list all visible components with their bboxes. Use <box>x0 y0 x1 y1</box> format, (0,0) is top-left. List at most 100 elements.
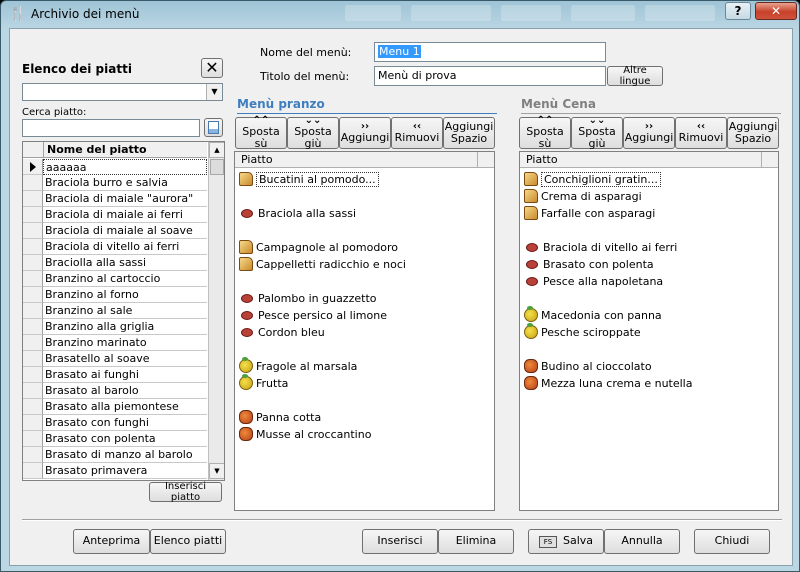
category-combo[interactable]: ▼ <box>22 83 223 101</box>
menu-item[interactable]: Fragole al marsala <box>239 357 357 374</box>
row-selector[interactable] <box>23 207 43 223</box>
dish-table-scrollbar[interactable]: ▲ ▼ <box>208 142 224 480</box>
scroll-up-icon[interactable]: ▲ <box>209 142 224 158</box>
lunch-remove-button[interactable]: ‹‹ Rimuovi <box>391 117 443 149</box>
menu-item[interactable]: Macedonia con panna <box>524 306 662 323</box>
dinner-list[interactable]: Piatto Conchiglioni gratin... Crema di as… <box>519 151 779 511</box>
row-selector[interactable] <box>23 351 43 367</box>
menu-item[interactable]: Bucatini al pomodo... <box>239 171 379 187</box>
table-row[interactable]: Braciola di maiale al soave <box>43 223 207 239</box>
row-selector[interactable] <box>23 223 43 239</box>
help-button[interactable]: ? <box>725 2 751 20</box>
row-selector[interactable] <box>23 239 43 255</box>
chevron-down-icon[interactable]: ▼ <box>206 84 222 100</box>
cancel-button[interactable]: Annulla <box>604 529 680 554</box>
table-row[interactable]: Brasato ai funghi <box>43 367 207 383</box>
row-selector[interactable] <box>23 255 43 271</box>
clear-filter-button[interactable]: ✕ <box>201 58 223 78</box>
row-selector[interactable] <box>23 319 43 335</box>
dish-list-button[interactable]: Elenco piatti <box>150 529 226 554</box>
menu-item[interactable]: Crema di asparagi <box>524 188 642 204</box>
menu-item[interactable]: Campagnole al pomodoro <box>239 239 398 255</box>
lunch-list-header[interactable]: Piatto <box>235 152 494 168</box>
table-row[interactable]: Braciolla alla sassi <box>43 255 207 271</box>
dinner-list-header[interactable]: Piatto <box>520 152 778 168</box>
menu-item[interactable]: Braciola alla sassi <box>239 205 356 221</box>
table-row[interactable]: Branzino al cartoccio <box>43 271 207 287</box>
column-header-dish-name[interactable]: Nome del piatto <box>43 142 207 158</box>
insert-dish-button[interactable]: Inserisci piatto <box>149 481 222 503</box>
lunch-list[interactable]: Piatto Bucatini al pomodo... Braciola all… <box>234 151 495 511</box>
table-row[interactable]: Branzino al sale <box>43 303 207 319</box>
insert-button[interactable]: Inserisci <box>362 529 438 554</box>
menu-name-input[interactable]: Menu 1 <box>374 42 606 62</box>
dinner-remove-button[interactable]: ‹‹ Rimuovi <box>675 117 727 149</box>
menu-item-label: Braciola di vitello ai ferri <box>543 240 678 254</box>
dinner-move-up-button[interactable]: ⌃⌃ Sposta sù <box>519 115 571 150</box>
row-selector[interactable] <box>23 463 43 479</box>
row-selector[interactable] <box>23 271 43 287</box>
menu-item[interactable]: Cordon bleu <box>239 324 325 340</box>
menu-item[interactable]: Cappelletti radicchio e noci <box>239 256 406 272</box>
scroll-down-icon[interactable]: ▼ <box>209 463 224 479</box>
row-selector[interactable] <box>23 335 43 351</box>
table-row[interactable]: Branzino marinato <box>43 335 207 351</box>
table-row[interactable]: Braciola di vitello ai ferri <box>43 239 207 255</box>
table-row[interactable]: Brasato di manzo al barolo <box>43 447 207 463</box>
menu-item[interactable]: Budino al cioccolato <box>524 358 652 374</box>
menu-item[interactable]: Farfalle con asparagi <box>524 205 655 221</box>
scroll-thumb[interactable] <box>210 159 224 175</box>
delete-button[interactable]: Elimina <box>438 529 514 554</box>
table-row[interactable]: Branzino al forno <box>43 287 207 303</box>
row-selector[interactable] <box>23 175 43 191</box>
row-selector[interactable] <box>23 399 43 415</box>
menu-item[interactable]: Frutta <box>239 374 288 391</box>
close-button[interactable]: Chiudi <box>694 529 770 554</box>
table-row[interactable]: Brasato primavera <box>43 463 207 479</box>
table-row[interactable]: Brasatello al soave <box>43 351 207 367</box>
table-row[interactable]: Brasato al barolo <box>43 383 207 399</box>
save-button[interactable]: FS Salva <box>528 529 604 554</box>
lunch-move-down-button[interactable]: ⌄⌄ Sposta giù <box>287 115 339 150</box>
row-selector[interactable] <box>23 415 43 431</box>
menu-item[interactable]: Pesce persico al limone <box>239 307 387 323</box>
table-row[interactable]: Brasato con funghi <box>43 415 207 431</box>
menu-item[interactable]: Pesche sciroppate <box>524 323 641 340</box>
row-selector[interactable] <box>23 287 43 303</box>
preview-button[interactable]: Anteprima <box>73 529 150 554</box>
dinner-add-button[interactable]: ›› Aggiungi <box>623 117 675 149</box>
row-selector[interactable] <box>23 431 43 447</box>
other-languages-button[interactable]: Altre lingue <box>607 65 663 87</box>
lunch-add-button[interactable]: ›› Aggiungi <box>339 117 391 149</box>
row-selector[interactable] <box>23 191 43 207</box>
table-row[interactable]: Braciola di maiale "aurora" <box>43 191 207 207</box>
table-row[interactable]: Braciola di maiale ai ferri <box>43 207 207 223</box>
table-row[interactable]: Branzino alla griglia <box>43 319 207 335</box>
menu-item[interactable]: Pesce alla napoletana <box>524 273 663 289</box>
menu-item[interactable]: Palombo in guazzetto <box>239 290 376 306</box>
row-selector[interactable] <box>23 159 43 175</box>
row-selector[interactable] <box>23 303 43 319</box>
menu-item-label: Panna cotta <box>256 410 322 424</box>
search-button[interactable] <box>204 118 223 137</box>
lunch-add-space-button[interactable]: Aggiungi Spazio <box>443 117 495 149</box>
menu-item[interactable]: Panna cotta <box>239 409 321 425</box>
menu-item[interactable]: Brasato con polenta <box>524 256 654 272</box>
table-row[interactable]: Brasato con polenta <box>43 431 207 447</box>
dinner-move-down-button[interactable]: ⌄⌄ Sposta giù <box>571 115 623 150</box>
menu-title-input[interactable]: Menù di prova <box>374 66 606 86</box>
dinner-add-space-button[interactable]: Aggiungi Spazio <box>727 117 779 149</box>
table-row[interactable]: aaaaaa <box>43 159 207 175</box>
lunch-move-up-button[interactable]: ⌃⌃ Sposta sù <box>235 115 287 150</box>
row-selector[interactable] <box>23 447 43 463</box>
table-row[interactable]: Brasato alla piemontese <box>43 399 207 415</box>
row-selector[interactable] <box>23 367 43 383</box>
menu-item[interactable]: Musse al croccantino <box>239 426 371 442</box>
close-window-button[interactable]: ✕ <box>755 2 797 20</box>
menu-item[interactable]: Conchiglioni gratin... <box>524 171 661 187</box>
search-input[interactable] <box>22 119 200 137</box>
table-row[interactable]: Braciola burro e salvia <box>43 175 207 191</box>
menu-item[interactable]: Braciola di vitello ai ferri <box>524 239 677 255</box>
menu-item[interactable]: Mezza luna crema e nutella <box>524 375 692 391</box>
row-selector[interactable] <box>23 383 43 399</box>
